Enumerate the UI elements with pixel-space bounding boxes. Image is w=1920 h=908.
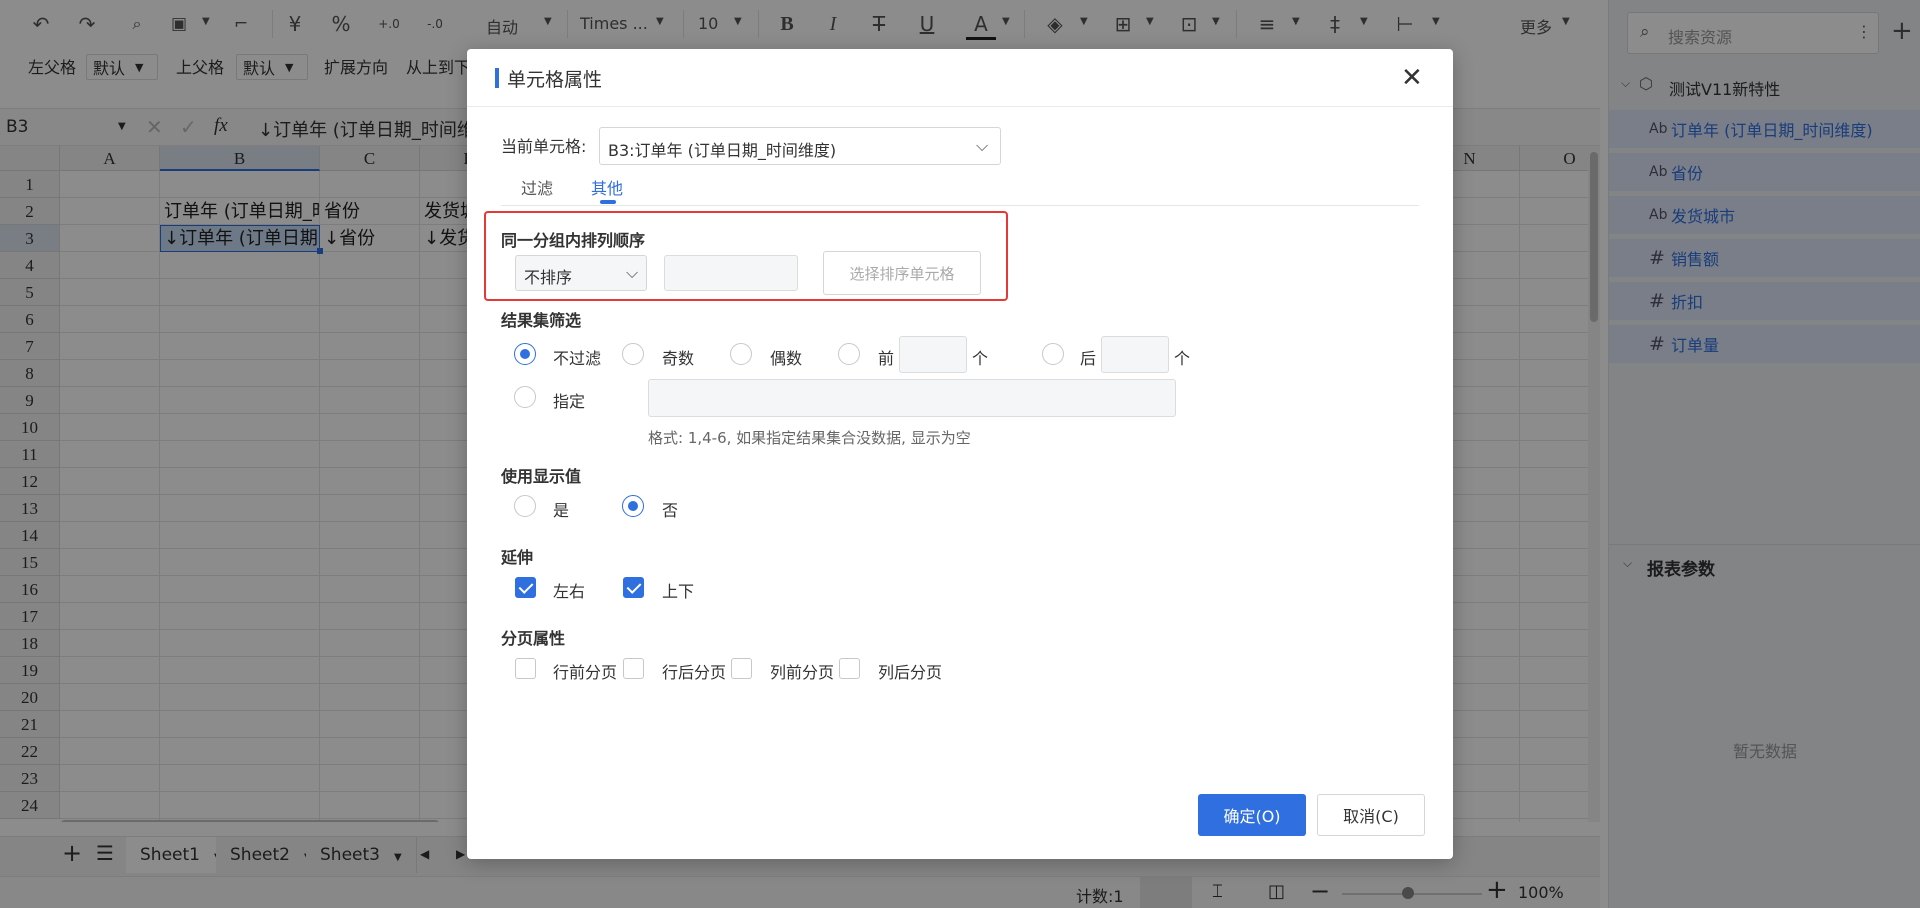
checkbox-page-break-after-row-label: 行后分页 xyxy=(662,663,727,682)
radio-display-yes[interactable] xyxy=(514,495,536,517)
top-n-unit: 个 xyxy=(972,349,989,368)
ok-button[interactable]: 确定(O) xyxy=(1198,794,1306,836)
radio-odd[interactable] xyxy=(622,343,644,365)
radio-bottom-label: 后 xyxy=(1080,349,1097,368)
checkbox-extend-vertical[interactable] xyxy=(623,577,644,598)
sort-cell-input[interactable] xyxy=(664,255,798,291)
close-icon[interactable]: ✕ xyxy=(1401,63,1423,93)
checkbox-extend-horizontal-label: 左右 xyxy=(553,582,586,601)
result-filter-title: 结果集筛选 xyxy=(501,311,582,330)
page-break-title: 分页属性 xyxy=(501,629,566,648)
bottom-n-unit: 个 xyxy=(1174,349,1191,368)
cell-properties-dialog: 单元格属性 ✕ 当前单元格: B3:订单年 (订单日期_时间维度) ⌵ 过滤 其… xyxy=(467,49,1453,859)
radio-display-yes-label: 是 xyxy=(553,501,570,520)
checkbox-page-break-after-row[interactable] xyxy=(623,658,644,679)
cancel-button[interactable]: 取消(C) xyxy=(1317,794,1425,836)
current-cell-value: B3:订单年 (订单日期_时间维度) xyxy=(608,141,837,160)
checkbox-page-break-before-row-label: 行前分页 xyxy=(553,663,618,682)
checkbox-page-break-before-col-label: 列前分页 xyxy=(770,663,835,682)
radio-odd-label: 奇数 xyxy=(662,349,695,368)
bottom-n-input[interactable] xyxy=(1101,336,1169,373)
checkbox-page-break-after-col-label: 列后分页 xyxy=(878,663,943,682)
sort-section-title: 同一分组内排列顺序 xyxy=(501,231,646,250)
radio-even[interactable] xyxy=(730,343,752,365)
title-accent-bar xyxy=(495,68,499,88)
checkbox-extend-vertical-label: 上下 xyxy=(662,582,695,601)
radio-specify-label: 指定 xyxy=(553,392,586,411)
radio-no-filter-label: 不过滤 xyxy=(553,349,602,368)
checkbox-page-break-after-col[interactable] xyxy=(839,658,860,679)
extend-title: 延伸 xyxy=(501,548,534,567)
radio-top[interactable] xyxy=(838,343,860,365)
current-cell-label: 当前单元格: xyxy=(501,137,587,156)
active-tab-indicator xyxy=(600,200,616,204)
tab-other[interactable]: 其他 xyxy=(591,175,623,199)
checkbox-extend-horizontal[interactable] xyxy=(515,577,536,598)
radio-bottom[interactable] xyxy=(1042,343,1064,365)
sort-order-value: 不排序 xyxy=(524,268,573,287)
top-n-input[interactable] xyxy=(899,336,967,373)
radio-top-label: 前 xyxy=(878,349,895,368)
radio-display-no[interactable] xyxy=(622,495,644,517)
checkbox-page-break-before-col[interactable] xyxy=(731,658,752,679)
sort-order-select[interactable]: 不排序 ⌵ xyxy=(515,255,647,291)
radio-display-no-label: 否 xyxy=(662,501,679,520)
specify-input[interactable] xyxy=(648,379,1176,417)
specify-format-hint: 格式: 1,4-6, 如果指定结果集合没数据, 显示为空 xyxy=(648,429,971,447)
select-sort-cell-button[interactable]: 选择排序单元格 xyxy=(823,251,981,295)
chevron-down-icon: ⌵ xyxy=(626,263,639,282)
current-cell-select[interactable]: B3:订单年 (订单日期_时间维度) ⌵ xyxy=(599,127,1001,165)
radio-even-label: 偶数 xyxy=(770,349,803,368)
dialog-title: 单元格属性 xyxy=(507,69,603,91)
radio-specify[interactable] xyxy=(514,386,536,408)
tab-filter[interactable]: 过滤 xyxy=(521,175,553,199)
display-value-title: 使用显示值 xyxy=(501,467,582,486)
checkbox-page-break-before-row[interactable] xyxy=(515,658,536,679)
radio-no-filter[interactable] xyxy=(514,343,536,365)
chevron-down-icon: ⌵ xyxy=(976,136,989,155)
